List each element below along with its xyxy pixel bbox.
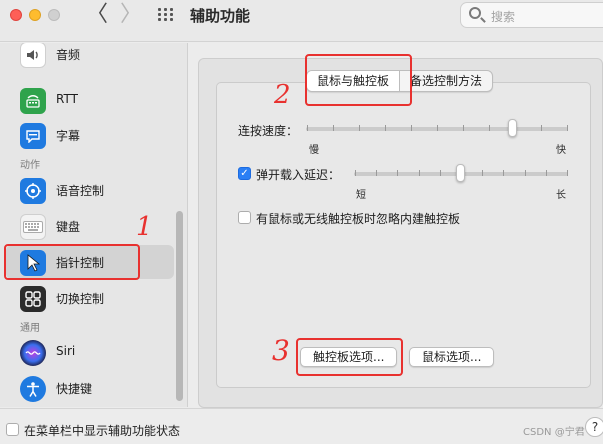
sidebar-scrollbar[interactable] [176, 211, 183, 401]
sidebar-item-captions[interactable]: 字幕 [6, 118, 174, 152]
sidebar: 音频 RTT 字幕 动作 语音控制 键盘 指针控制 切换控制 通用 Siri 快… [0, 43, 188, 407]
sidebar-item-accessibility-shortcut[interactable]: 快捷键 [6, 371, 174, 405]
sidebar-item-label: 字幕 [56, 129, 81, 143]
spring-loading-label: 弹开载入延迟： [256, 168, 341, 182]
close-window-button[interactable] [10, 9, 22, 21]
forward-button[interactable]: 〉 [120, 4, 142, 26]
slider-tick [418, 170, 420, 176]
annotation-box-mouse-trackpad-tab [305, 54, 412, 106]
show-in-menubar-checkbox[interactable] [6, 423, 19, 436]
annotation-number-2: 2 [274, 80, 291, 110]
sidebar-item-label: RTT [56, 92, 78, 106]
slider-max-label: 长 [556, 190, 566, 201]
double-click-speed-label: 连按速度： [238, 124, 299, 138]
minimize-window-button[interactable] [29, 9, 41, 21]
speaker-icon [20, 43, 46, 68]
spring-loading-delay-knob[interactable] [456, 164, 465, 182]
keyboard-icon [20, 214, 46, 240]
sidebar-item-label: Siri [56, 344, 76, 358]
slider-tick [307, 125, 308, 131]
sidebar-item-voice-control[interactable]: 语音控制 [6, 173, 174, 207]
slider-min-label: 短 [356, 190, 366, 201]
search-input[interactable]: 搜索 [460, 2, 603, 28]
switch-control-icon [20, 286, 46, 312]
slider-tick [567, 170, 568, 176]
slider-tick [385, 125, 386, 131]
tty-icon [20, 88, 46, 114]
slider-tick [545, 170, 547, 176]
ignore-trackpad-checkbox[interactable] [238, 211, 251, 224]
slider-tick [397, 170, 399, 176]
annotation-number-3: 3 [272, 334, 290, 367]
voice-control-icon [20, 178, 46, 204]
tab-alternate-control-methods[interactable]: 备选控制方法 [400, 71, 492, 91]
accessibility-shortcut-icon [20, 376, 46, 402]
sidebar-item-label: 键盘 [56, 220, 81, 234]
ignore-trackpad-label: 有鼠标或无线触控板时忽略内建触控板 [256, 212, 461, 226]
slider-tick [482, 170, 484, 176]
title-bar: 〈 〉 辅助功能 搜索 [0, 0, 603, 42]
section-header-general: 通用 [20, 323, 40, 334]
sidebar-item-siri[interactable]: Siri [6, 335, 174, 369]
annotation-box-trackpad-options [296, 338, 403, 376]
slider-min-label: 慢 [309, 145, 319, 156]
slider-tick [359, 125, 360, 131]
spring-loading-checkbox[interactable]: ✓ [238, 167, 251, 180]
sidebar-item-rtt[interactable]: RTT [6, 83, 174, 117]
help-button[interactable]: ? [585, 417, 603, 437]
watermark-text: CSDN @宁君 [523, 427, 585, 438]
slider-tick [437, 125, 438, 131]
captions-icon [20, 123, 46, 149]
slider-tick [541, 125, 542, 131]
slider-tick [355, 170, 356, 176]
back-button[interactable]: 〈 [86, 4, 108, 26]
double-click-speed-knob[interactable] [508, 119, 517, 137]
zoom-window-button[interactable] [48, 9, 60, 21]
slider-tick [411, 125, 412, 131]
slider-tick [463, 125, 464, 131]
slider-max-label: 快 [556, 145, 566, 156]
annotation-box-pointer-control [4, 244, 140, 280]
search-placeholder: 搜索 [491, 10, 516, 24]
sidebar-item-label: 切换控制 [56, 292, 105, 306]
annotation-number-1: 1 [136, 212, 153, 242]
slider-tick [524, 170, 526, 176]
show-all-grid-icon[interactable] [158, 8, 174, 22]
search-icon [469, 7, 481, 19]
siri-icon [20, 340, 46, 366]
slider-tick [333, 125, 334, 131]
mouse-options-button[interactable]: 鼠标选项... [409, 347, 495, 367]
window-title: 辅助功能 [190, 7, 251, 25]
sidebar-item-label: 快捷键 [56, 382, 93, 396]
slider-tick [503, 170, 505, 176]
sidebar-item-audio[interactable]: 音频 [6, 43, 174, 71]
slider-tick [489, 125, 490, 131]
slider-tick [376, 170, 378, 176]
sidebar-item-label: 语音控制 [56, 184, 105, 198]
section-header-motor: 动作 [20, 160, 40, 171]
slider-tick [567, 125, 568, 131]
sidebar-item-label: 音频 [56, 48, 81, 62]
slider-tick [439, 170, 441, 176]
show-in-menubar-label: 在菜单栏中显示辅助功能状态 [24, 424, 181, 438]
sidebar-item-switch-control[interactable]: 切换控制 [6, 281, 174, 315]
